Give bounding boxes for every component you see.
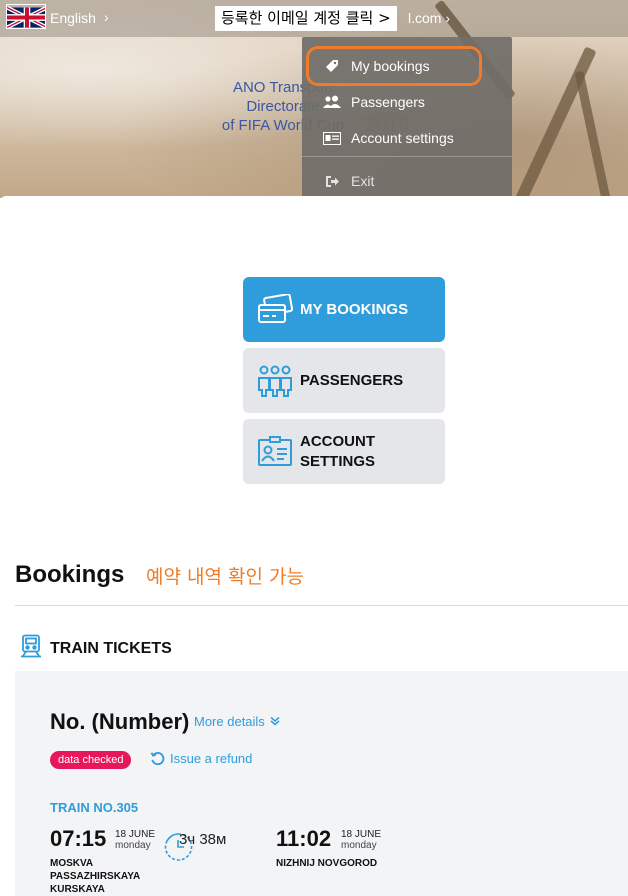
menu-card-label-line: ACCOUNT — [300, 432, 375, 450]
dropdown-item-exit[interactable]: Exit — [302, 163, 512, 199]
lamp-arm — [505, 46, 597, 198]
dropdown-item-label: Passengers — [351, 94, 425, 110]
people-icon — [322, 95, 342, 109]
dropdown-item-account-settings[interactable]: Account settings — [302, 120, 512, 156]
refresh-icon[interactable] — [150, 751, 165, 771]
station-line: MOSKVA — [50, 858, 94, 869]
departure-weekday: monday — [115, 840, 151, 851]
menu-card-passengers[interactable]: PASSENGERS — [243, 348, 445, 413]
travel-duration: 3ч 38м — [179, 831, 227, 848]
dropdown-item-passengers[interactable]: Passengers — [302, 84, 512, 120]
double-chevron-down-icon[interactable] — [270, 716, 280, 729]
lamp-arm — [574, 70, 615, 198]
station-line: PASSAZHIRSKAYA — [50, 871, 141, 882]
arrival-date-day: 18 JUNE — [341, 829, 382, 840]
divider — [15, 605, 628, 606]
id-card-icon — [322, 131, 342, 145]
account-email-text: l.com — [408, 10, 442, 26]
uk-flag-icon[interactable] — [6, 4, 46, 29]
station-line: NIZHNIJ NOVGOROD — [276, 858, 378, 869]
menu-card-account-settings[interactable]: ACCOUNT SETTINGS — [243, 419, 445, 484]
arrival-station: NIZHNIJ NOVGOROD — [276, 857, 377, 870]
issue-refund-link[interactable]: Issue a refund — [170, 751, 252, 766]
menu-card-label-line: SETTINGS — [300, 452, 376, 470]
dropdown-divider — [302, 156, 512, 157]
menu-card-label-line: PASSENGERS — [300, 371, 404, 389]
menu-card-label: PASSENGERS — [300, 371, 403, 391]
train-icon — [20, 634, 42, 663]
credit-cards-icon — [253, 288, 297, 332]
departure-date: 18 JUNE monday — [115, 829, 155, 851]
arrival-date: 18 JUNE monday — [341, 829, 381, 851]
dropdown-item-label: Account settings — [351, 130, 454, 146]
station-line: KURSKAYA — [50, 884, 105, 895]
departure-date-day: 18 JUNE — [115, 829, 156, 840]
account-email-menu[interactable]: l.com › — [408, 10, 450, 26]
language-selector[interactable]: English — [50, 10, 96, 26]
arrival-weekday: monday — [341, 840, 377, 851]
chevron-right-icon: › — [104, 9, 109, 25]
more-details-link[interactable]: More details — [194, 714, 265, 729]
booking-number: No. (Number) — [50, 709, 190, 734]
menu-card-label: ACCOUNT SETTINGS — [300, 432, 375, 472]
annotation-note: 예약 내역 확인 가능 — [146, 566, 304, 588]
page-title: Bookings — [15, 561, 125, 588]
menu-card-label: MY BOOKINGS — [300, 300, 408, 320]
menu-card-label-line: MY BOOKINGS — [300, 300, 409, 318]
dropdown-item-label: Exit — [351, 173, 375, 189]
id-card-icon — [253, 430, 297, 474]
arrival-time: 11:02 — [276, 826, 332, 851]
annotation-highlight — [306, 46, 482, 86]
section-label: TRAIN TICKETS — [50, 639, 172, 657]
departure-station: MOSKVA PASSAZHIRSKAYA KURSKAYA — [50, 857, 140, 896]
menu-card-my-bookings[interactable]: MY BOOKINGS — [243, 277, 445, 342]
status-badge: data checked — [50, 751, 132, 769]
exit-icon — [322, 175, 342, 188]
departure-time: 07:15 — [50, 826, 107, 851]
annotation-callout: 등록한 이메일 계정 클릭 > — [215, 6, 397, 31]
train-number: TRAIN NO.305 — [50, 800, 139, 815]
people-group-icon — [253, 359, 297, 403]
section-header-train-tickets: TRAIN TICKETS — [20, 634, 172, 663]
